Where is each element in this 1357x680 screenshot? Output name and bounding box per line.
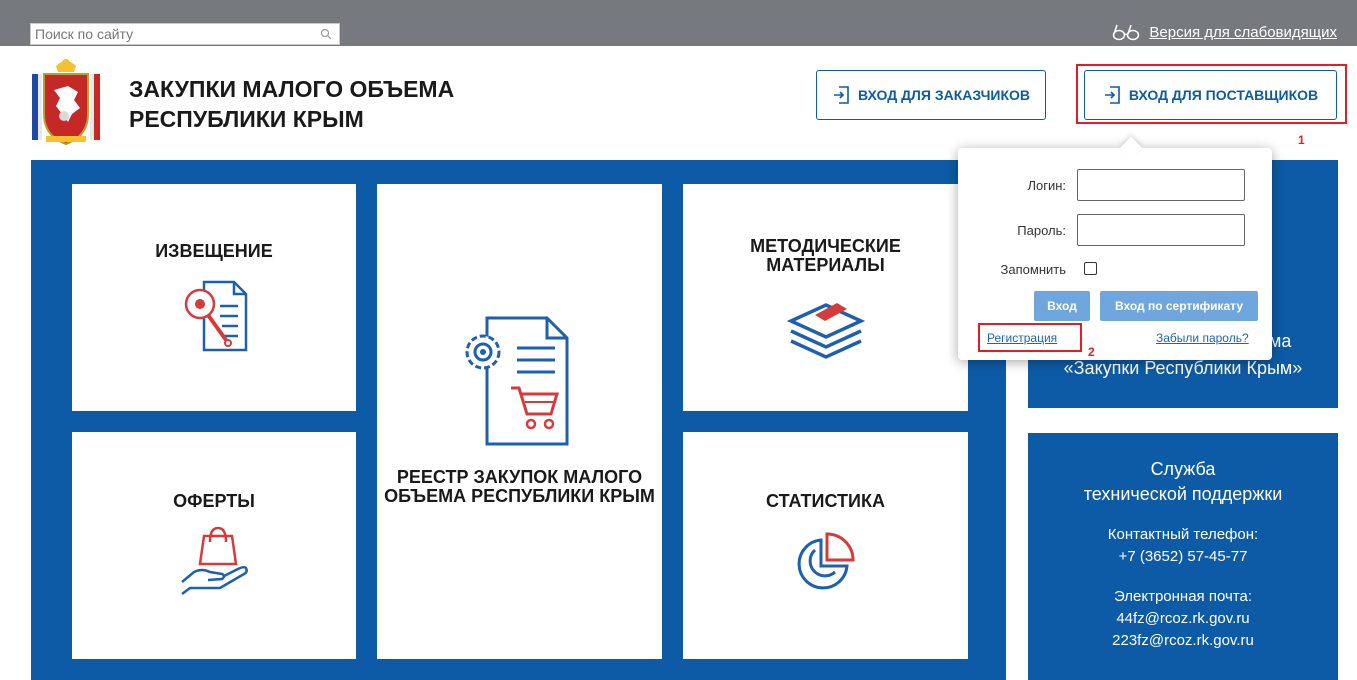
side-panel-system-name: «Закупки Республики Крым» bbox=[1063, 358, 1303, 378]
tile-registry-title: РЕЕСТР ЗАКУПОК МАЛОГО ОБЪЕМА РЕСПУБЛИКИ … bbox=[384, 467, 655, 506]
remember-checkbox[interactable] bbox=[1084, 262, 1097, 275]
tile-statistics[interactable]: СТАТИСТИКА bbox=[683, 432, 968, 659]
hand-shopping-bag-icon bbox=[181, 526, 248, 595]
support-phone-label: Контактный телефон: bbox=[1107, 526, 1259, 543]
login-input[interactable] bbox=[1077, 169, 1245, 201]
site-title-line1: ЗАКУПКИ МАЛОГО ОБЪЕМА bbox=[129, 76, 455, 102]
tile-notice-title: ИЗВЕЩЕНИЕ bbox=[155, 241, 273, 261]
stack-books-icon bbox=[786, 303, 866, 359]
document-search-icon bbox=[184, 280, 248, 352]
remember-label: Запомнить bbox=[1000, 262, 1066, 277]
login-submit-button[interactable]: Вход bbox=[1034, 291, 1090, 321]
support-email-1[interactable]: 44fz@rcoz.rk.gov.ru bbox=[1028, 608, 1338, 630]
support-title: Служба технической поддержки bbox=[1028, 457, 1338, 507]
annotation-marker-1: 1 bbox=[1298, 133, 1305, 147]
login-label: Логин: bbox=[1027, 178, 1066, 193]
login-customers-label: ВХОД ДЛЯ ЗАКАЗЧИКОВ bbox=[857, 87, 1031, 103]
highlight-box-register bbox=[978, 323, 1082, 352]
site-title-line2: РЕСПУБЛИКИ КРЫМ bbox=[129, 106, 364, 132]
support-email-label: Электронная почта: bbox=[1113, 588, 1253, 605]
support-email-2[interactable]: 223fz@rcoz.rk.gov.ru bbox=[1028, 630, 1338, 652]
tile-offers-title: ОФЕРТЫ bbox=[173, 491, 255, 511]
tile-offers[interactable]: ОФЕРТЫ bbox=[72, 432, 356, 659]
top-bar: Версия для слабовидящих bbox=[0, 0, 1357, 46]
coat-of-arms-logo[interactable] bbox=[28, 56, 104, 148]
main-panel: ИЗВЕЩЕНИЕ РЕЕСТР ЗАКУПОК МАЛОГО ОБЪЕМА Р… bbox=[31, 160, 1006, 680]
password-input[interactable] bbox=[1077, 214, 1245, 246]
tile-methodical-line2: МАТЕРИАЛЫ bbox=[766, 255, 885, 275]
support-title-line2: технической поддержки bbox=[1083, 484, 1283, 504]
tile-methodical-title: МЕТОДИЧЕСКИЕ МАТЕРИАЛЫ bbox=[683, 237, 968, 275]
login-popup: Логин: Пароль: Запомнить Вход Вход по се… bbox=[958, 148, 1272, 360]
pie-chart-icon bbox=[797, 532, 855, 590]
accessibility-link[interactable]: Версия для слабовидящих bbox=[1149, 24, 1337, 41]
support-panel: Служба технической поддержки Контактный … bbox=[1028, 433, 1338, 680]
document-gear-cart-icon bbox=[465, 316, 569, 446]
tile-methodical[interactable]: МЕТОДИЧЕСКИЕ МАТЕРИАЛЫ bbox=[683, 184, 968, 411]
login-icon bbox=[833, 86, 849, 104]
accessibility-version[interactable]: Версия для слабовидящих bbox=[1111, 22, 1337, 42]
highlight-box-suppliers bbox=[1076, 64, 1347, 124]
search-input[interactable] bbox=[31, 24, 311, 44]
support-phone[interactable]: +7 (3652) 57-45-77 bbox=[1028, 546, 1338, 568]
cert-login-button[interactable]: Вход по сертификату bbox=[1100, 291, 1258, 321]
tile-notice[interactable]: ИЗВЕЩЕНИЕ bbox=[72, 184, 356, 411]
glasses-icon bbox=[1113, 24, 1140, 41]
annotation-marker-2: 2 bbox=[1088, 345, 1095, 359]
tile-methodical-line1: МЕТОДИЧЕСКИЕ bbox=[750, 236, 901, 256]
forgot-password-link[interactable]: Забыли пароль? bbox=[1156, 331, 1249, 345]
tile-registry[interactable]: РЕЕСТР ЗАКУПОК МАЛОГО ОБЪЕМА РЕСПУБЛИКИ … bbox=[377, 184, 662, 659]
login-customers-button[interactable]: ВХОД ДЛЯ ЗАКАЗЧИКОВ bbox=[816, 70, 1046, 120]
tile-statistics-title: СТАТИСТИКА bbox=[766, 491, 885, 511]
search-icon[interactable] bbox=[319, 27, 333, 41]
search-box[interactable] bbox=[30, 23, 340, 45]
password-label: Пароль: bbox=[1017, 223, 1066, 238]
support-title-line1: Служба bbox=[1150, 459, 1216, 479]
site-title[interactable]: ЗАКУПКИ МАЛОГО ОБЪЕМА РЕСПУБЛИКИ КРЫМ bbox=[129, 74, 454, 134]
